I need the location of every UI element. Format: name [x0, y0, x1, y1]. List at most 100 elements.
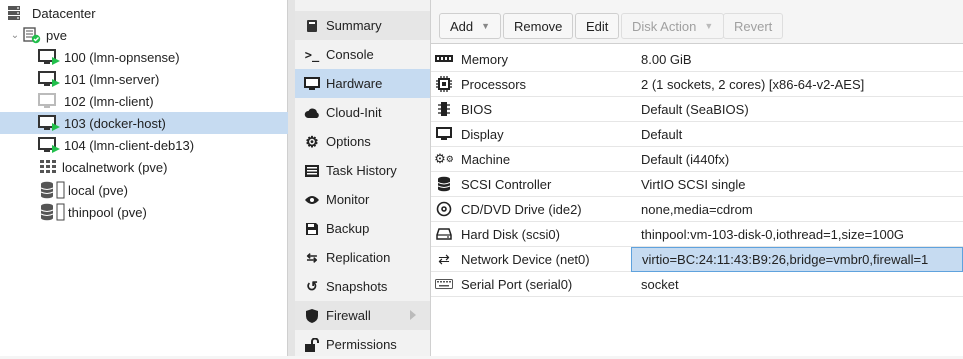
tree-label: 102 (lmn-client) — [64, 93, 154, 109]
storage-icon — [40, 181, 66, 199]
list-icon — [303, 163, 321, 179]
row-value: Default — [641, 126, 683, 142]
desktop-icon — [435, 126, 453, 142]
hardware-row-processors[interactable]: Processors 2 (1 sockets, 2 cores) [x86-6… — [431, 72, 963, 97]
button-label: Remove — [514, 18, 563, 34]
nav-item-console[interactable]: >_ Console — [295, 40, 430, 69]
book-icon — [303, 18, 321, 34]
tree-label: 100 (lmn-opnsense) — [64, 49, 180, 65]
button-label: Add — [450, 18, 474, 34]
nav-label: Console — [326, 47, 374, 62]
row-key: Network Device (net0) — [461, 251, 590, 267]
row-value: socket — [641, 276, 679, 292]
disk-action-button[interactable]: Disk Action ▼ — [621, 13, 725, 39]
tree-item-vm[interactable]: 101 (lmn-server) — [0, 68, 288, 90]
nav-label: Hardware — [326, 76, 383, 91]
hardware-row-cdrom[interactable]: CD/DVD Drive (ide2) none,media=cdrom — [431, 197, 963, 222]
row-key: Hard Disk (scsi0) — [461, 226, 560, 242]
cdrom-icon — [435, 201, 453, 217]
exchange-icon: ⇄ — [438, 250, 450, 267]
tree-item-storage[interactable]: local (pve) — [0, 179, 288, 201]
row-key: Memory — [461, 51, 508, 67]
storage-icon — [40, 203, 66, 221]
row-value: 8.00 GiB — [641, 51, 692, 67]
nav-item-backup[interactable]: Backup — [295, 214, 430, 243]
row-value: Default (i440fx) — [641, 151, 730, 167]
vm-running-icon — [38, 137, 60, 153]
tree-item-vm[interactable]: 102 (lmn-client) — [0, 90, 288, 112]
chevron-down-icon: ▼ — [481, 21, 491, 31]
vm-config-nav: Summary >_ Console Hardware Cloud-Init ⚙… — [295, 0, 431, 356]
tree-item-node[interactable]: ⌄ pve — [0, 24, 288, 46]
row-value: none,media=cdrom — [641, 201, 753, 217]
unlock-icon — [303, 337, 321, 353]
button-label: Disk Action — [632, 18, 697, 34]
chevron-down-icon[interactable]: ⌄ — [10, 30, 20, 41]
hardware-row-hard-disk[interactable]: Hard Disk (scsi0) thinpool:vm-103-disk-0… — [431, 222, 963, 247]
row-value: 2 (1 sockets, 2 cores) [x86-64-v2-AES] — [641, 76, 865, 92]
nav-item-snapshots[interactable]: ↺ Snapshots — [295, 272, 430, 301]
row-key: BIOS — [461, 101, 493, 117]
hardware-row-bios[interactable]: BIOS Default (SeaBIOS) — [431, 97, 963, 122]
nav-item-options[interactable]: ⚙ Options — [295, 127, 430, 156]
tree-item-datacenter[interactable]: Datacenter — [0, 2, 288, 24]
edit-button[interactable]: Edit — [575, 13, 620, 39]
nav-item-permissions[interactable]: Permissions — [295, 330, 430, 359]
vm-running-icon — [38, 71, 60, 87]
nav-item-firewall[interactable]: Firewall — [295, 301, 430, 330]
tree-item-storage[interactable]: thinpool (pve) — [0, 201, 288, 223]
nav-item-summary[interactable]: Summary — [295, 11, 430, 40]
remove-button[interactable]: Remove — [503, 13, 574, 39]
panel-splitter[interactable] — [288, 0, 295, 356]
tree-label: pve — [46, 27, 67, 43]
hardware-row-network-device[interactable]: ⇄ Network Device (net0) virtio=BC:24:11:… — [431, 247, 963, 272]
tree-label: 104 (lmn-client-deb13) — [64, 137, 195, 153]
row-value: thinpool:vm-103-disk-0,iothread=1,size=1… — [641, 226, 905, 242]
grid-icon — [40, 160, 56, 174]
cogs-icon: ⚙ ⚙ — [434, 151, 454, 166]
terminal-icon: >_ — [304, 47, 320, 62]
tree-label: local (pve) — [68, 182, 128, 198]
history-icon: ↺ — [306, 278, 318, 294]
hardware-row-scsi-controller[interactable]: SCSI Controller VirtIO SCSI single — [431, 172, 963, 197]
revert-button[interactable]: Revert — [723, 13, 784, 39]
hardware-row-display[interactable]: Display Default — [431, 122, 963, 147]
tree-label: Datacenter — [32, 5, 96, 21]
nav-item-cloud-init[interactable]: Cloud-Init — [295, 98, 430, 127]
node-icon — [22, 26, 42, 44]
cloud-icon — [303, 105, 321, 121]
tree-label: 101 (lmn-server) — [64, 71, 160, 87]
hardware-row-machine[interactable]: ⚙ ⚙ Machine Default (i440fx) — [431, 147, 963, 172]
eye-icon — [303, 192, 321, 208]
hardware-row-serial-port[interactable]: Serial Port (serial0) socket — [431, 272, 963, 297]
shield-icon — [303, 308, 321, 324]
tree-item-vm[interactable]: 104 (lmn-client-deb13) — [0, 134, 288, 156]
row-key: CD/DVD Drive (ide2) — [461, 201, 582, 217]
row-key: Display — [461, 126, 504, 142]
nav-item-task-history[interactable]: Task History — [295, 156, 430, 185]
nav-item-hardware[interactable]: Hardware — [295, 69, 430, 98]
floppy-icon — [303, 221, 321, 237]
hardware-toolbar: Add ▼ Remove Edit Disk Action ▼ Revert — [431, 0, 963, 44]
nav-label: Summary — [326, 18, 382, 33]
hardware-row-memory[interactable]: Memory 8.00 GiB — [431, 47, 963, 72]
row-key: Machine — [461, 151, 511, 167]
nav-label: Firewall — [326, 308, 371, 323]
server-icon — [6, 5, 22, 21]
nav-label: Replication — [326, 250, 391, 265]
nav-item-replication[interactable]: ⇆ Replication — [295, 243, 430, 272]
memory-icon — [435, 51, 453, 67]
nav-label: Monitor — [326, 192, 370, 207]
vm-running-icon — [38, 115, 60, 131]
tree-label: 103 (docker-host) — [64, 115, 166, 131]
nav-item-monitor[interactable]: Monitor — [295, 185, 430, 214]
expand-arrow-icon[interactable] — [410, 310, 416, 320]
tree-item-network[interactable]: localnetwork (pve) — [0, 156, 288, 178]
tree-item-vm-selected[interactable]: 103 (docker-host) — [0, 112, 288, 134]
nav-label: Backup — [326, 221, 370, 236]
hdd-icon — [435, 226, 453, 242]
button-label: Revert — [734, 18, 773, 34]
tree-item-vm[interactable]: 100 (lmn-opnsense) — [0, 46, 288, 68]
add-button[interactable]: Add ▼ — [439, 13, 502, 39]
row-value: Default (SeaBIOS) — [641, 101, 749, 117]
